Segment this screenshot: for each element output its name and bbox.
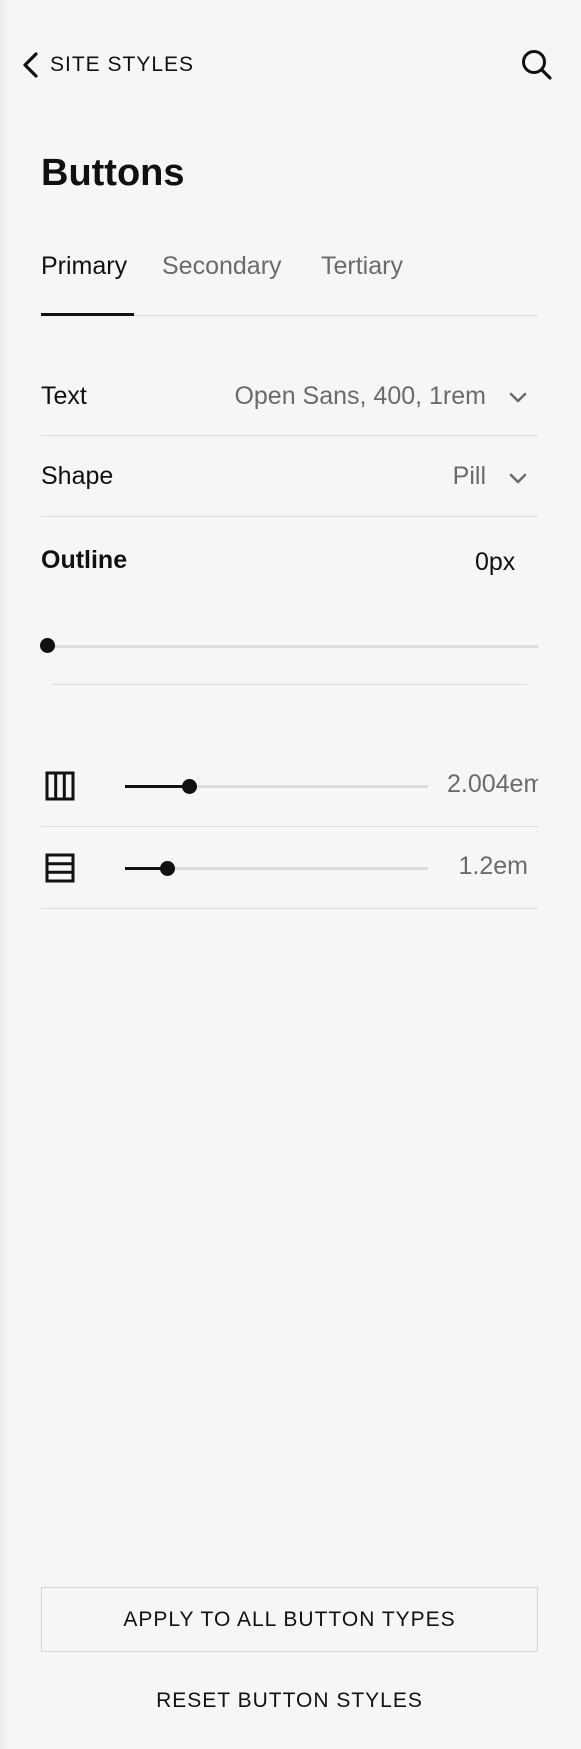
horizontal-padding-slider[interactable] [125, 779, 428, 794]
section-divider [52, 684, 527, 685]
apply-to-all-button-types-button[interactable]: APPLY TO ALL BUTTON TYPES [41, 1587, 538, 1652]
outline-label: Outline [41, 546, 128, 574]
search-button[interactable] [520, 48, 554, 82]
text-setting-row[interactable]: Text Open Sans, 400, 1rem [41, 356, 538, 436]
columns-icon [45, 771, 75, 801]
outline-slider-track[interactable] [41, 645, 538, 648]
horizontal-padding-value[interactable]: 2.004em [447, 770, 538, 799]
page-title: Buttons [41, 152, 185, 194]
shape-setting-value: Pill [452, 462, 486, 490]
active-tab-indicator [41, 313, 134, 316]
back-to-site-styles-button[interactable]: SITE STYLES [20, 50, 194, 80]
rows-icon [45, 853, 75, 883]
tab-primary[interactable]: Primary [41, 252, 127, 314]
text-setting-value: Open Sans, 400, 1rem [234, 382, 486, 410]
panel-edge-shadow [0, 0, 10, 1749]
horizontal-padding-thumb[interactable] [181, 779, 197, 794]
tab-tertiary[interactable]: Tertiary [321, 252, 403, 314]
chevron-down-icon [509, 473, 527, 484]
chevron-down-icon [509, 392, 527, 403]
horizontal-padding-fill [125, 785, 189, 788]
shape-setting-row[interactable]: Shape Pill [41, 436, 538, 517]
vertical-padding-thumb[interactable] [160, 861, 176, 876]
panel-header: SITE STYLES [0, 0, 581, 130]
vertical-padding-slider[interactable] [125, 861, 428, 876]
outline-value[interactable]: 0px [475, 548, 515, 577]
shape-setting-label: Shape [41, 462, 114, 490]
horizontal-padding-row: 2.004em [41, 745, 538, 827]
back-label: SITE STYLES [50, 53, 195, 76]
search-icon [522, 50, 552, 80]
text-setting-label: Text [41, 382, 87, 410]
chevron-left-icon [23, 52, 38, 78]
button-type-tabs: Primary Secondary Tertiary [41, 248, 538, 316]
outline-slider-thumb[interactable] [40, 638, 55, 653]
vertical-padding-row: 1.2em [41, 827, 538, 909]
tab-secondary[interactable]: Secondary [162, 252, 282, 314]
vertical-padding-value[interactable]: 1.2em [459, 852, 528, 881]
reset-button-styles-button[interactable]: RESET BUTTON STYLES [41, 1684, 538, 1718]
